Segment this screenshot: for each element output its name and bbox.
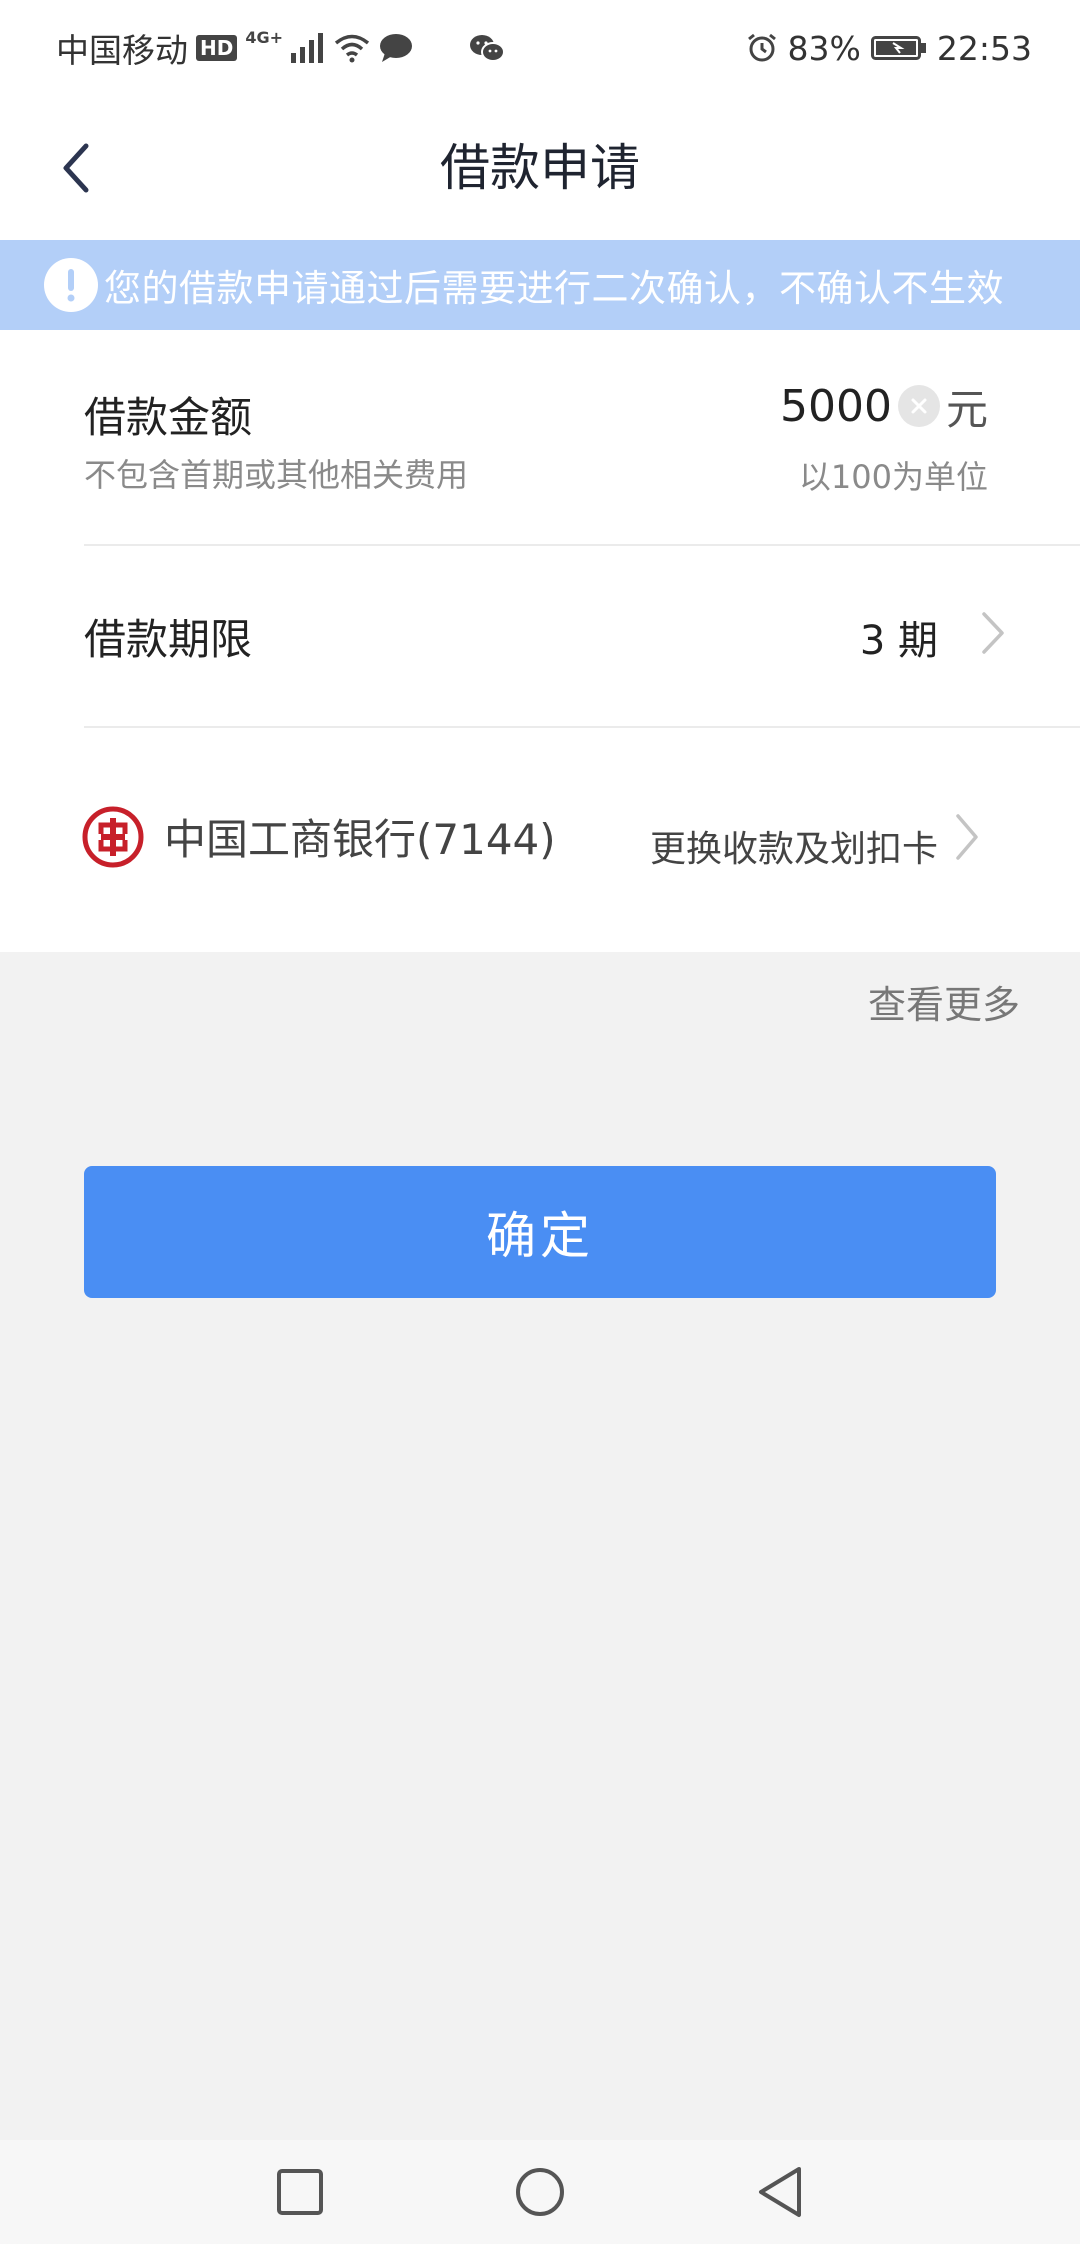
- view-more-link[interactable]: 查看更多: [868, 974, 1020, 1029]
- recent-apps-icon: [277, 2169, 323, 2215]
- confirm-button[interactable]: 确定: [84, 1166, 996, 1298]
- status-right: 83% 22:53: [746, 24, 1032, 72]
- battery-icon: [870, 36, 926, 60]
- back-icon: [759, 2167, 801, 2217]
- page-title: 借款申请: [440, 139, 640, 197]
- signal-icon: [291, 33, 324, 63]
- loan-term-value: 3 期: [859, 618, 938, 664]
- chevron-right-icon: [982, 612, 1004, 654]
- loan-amount-hint: 不包含首期或其他相关费用: [84, 456, 469, 494]
- loan-amount-rule: 以100为单位: [798, 458, 988, 496]
- carrier-name: 中国移动: [56, 31, 188, 70]
- header-bar: 借款申请: [0, 96, 1080, 240]
- battery-percent: 83%: [787, 28, 861, 68]
- change-card-link[interactable]: 更换收款及划扣卡: [650, 820, 938, 872]
- status-left: 中国移动 HD 4G+: [56, 24, 506, 72]
- notice-banner: 您的借款申请通过后需要进行二次确认，不确认不生效: [0, 240, 1080, 330]
- loan-amount-label: 借款金额: [84, 393, 253, 442]
- chat-bubble-icon: [380, 34, 413, 62]
- loan-amount-row: 借款金额 不包含首期或其他相关费用 5000 元 以100为单位: [0, 330, 1080, 544]
- loan-amount-unit: 元: [945, 384, 988, 434]
- alarm-icon: [747, 33, 776, 62]
- wifi-icon: [334, 34, 370, 63]
- home-icon: [516, 2168, 564, 2216]
- hd-badge: HD: [196, 35, 238, 61]
- status-bar: 中国移动 HD 4G+ 83% 22:53: [0, 0, 1080, 96]
- notice-text: 您的借款申请通过后需要进行二次确认，不确认不生效: [104, 267, 1004, 310]
- back-nav-button[interactable]: [750, 2162, 810, 2222]
- wechat-icon: [470, 35, 506, 62]
- network-type: 4G+: [245, 28, 284, 47]
- close-icon: [911, 398, 927, 414]
- bank-card-row: 中国工商银行(7144) 更换收款及划扣卡: [0, 728, 1080, 952]
- loan-form-card: 借款金额 不包含首期或其他相关费用 5000 元 以100为单位 借款期限 3 …: [0, 330, 1080, 952]
- chevron-right-icon: [956, 814, 978, 860]
- bank-card-name: 中国工商银行(7144): [164, 815, 556, 864]
- clock-time: 22:53: [936, 28, 1032, 68]
- icbc-logo-icon: [82, 806, 144, 868]
- loan-amount-input-wrap: 5000 元: [780, 376, 988, 436]
- recent-apps-button[interactable]: [270, 2162, 330, 2222]
- loan-term-row[interactable]: 借款期限 3 期: [0, 546, 1080, 726]
- system-nav-bar: [0, 2140, 1080, 2244]
- home-button[interactable]: [510, 2162, 570, 2222]
- clear-amount-button[interactable]: [897, 385, 940, 427]
- exclamation-icon: [44, 258, 98, 312]
- loan-term-label: 借款期限: [84, 615, 253, 664]
- loan-amount-input[interactable]: 5000: [780, 381, 892, 432]
